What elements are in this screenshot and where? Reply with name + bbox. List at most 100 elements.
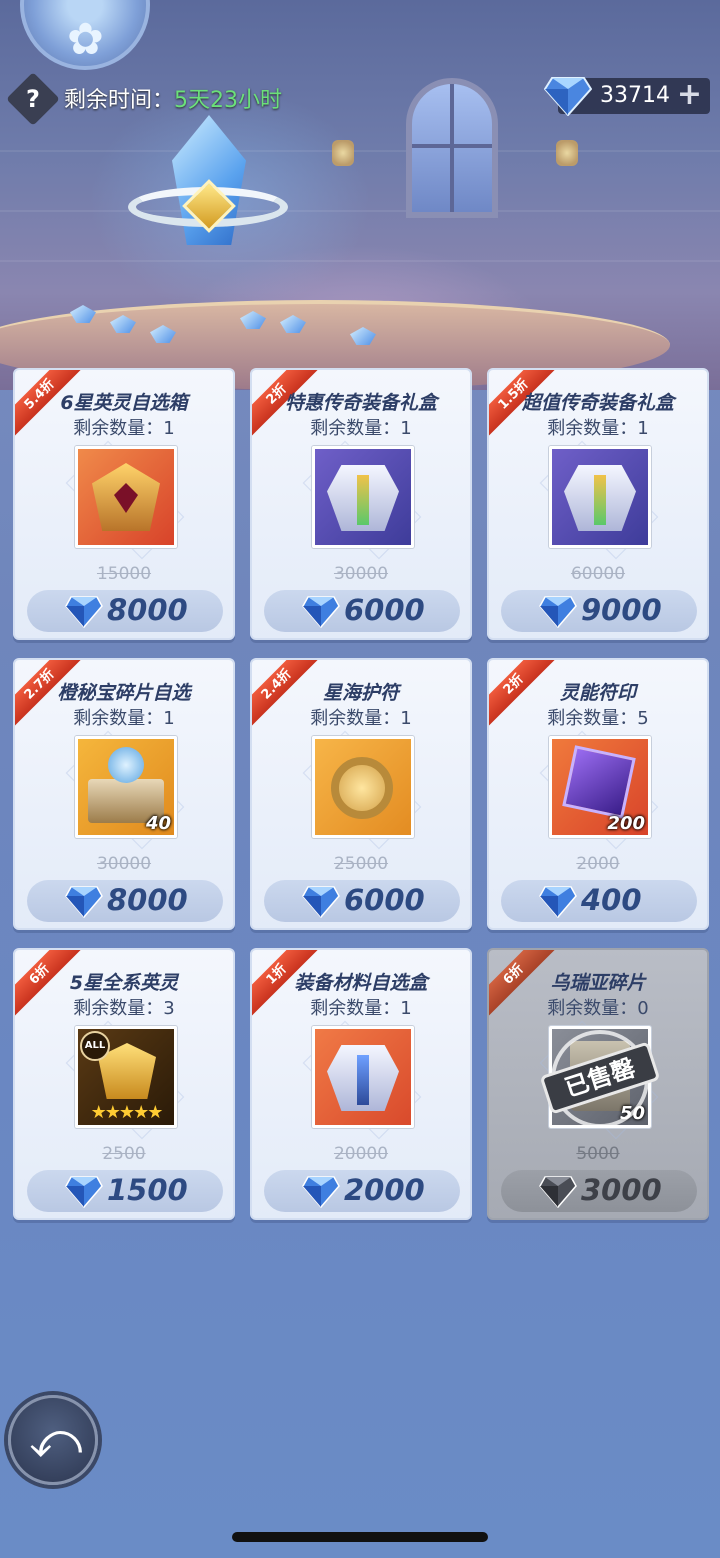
rating-stars-icon: ★★★★★: [90, 1102, 164, 1123]
remaining-quantity: 剩余数量：0: [489, 994, 707, 1020]
diamond-icon: [539, 886, 577, 918]
item-quantity: 40: [145, 813, 171, 834]
buy-button[interactable]: 8000: [27, 880, 223, 922]
back-arrow-icon: ⤺: [29, 1411, 83, 1469]
shop-item-card[interactable]: 2折 特惠传奇装备礼盒 剩余数量：1 30000 6000: [250, 368, 472, 640]
sale-price: 8000: [107, 593, 188, 627]
remaining-quantity: 剩余数量：1: [15, 414, 233, 440]
diamond-icon: [65, 886, 103, 918]
item-name: 灵能符印: [559, 682, 636, 704]
amulet-icon[interactable]: [312, 736, 414, 838]
buy-button[interactable]: 6000: [264, 590, 460, 632]
flower-emblem-icon: ✿: [20, 0, 150, 70]
original-price: 25000: [333, 854, 389, 874]
legendary-armor-box-icon[interactable]: [549, 446, 651, 548]
item-quantity: 200: [607, 813, 645, 834]
buy-button[interactable]: 2000: [264, 1170, 460, 1212]
remaining-quantity: 剩余数量：1: [252, 994, 470, 1020]
purple-rune-icon[interactable]: 200: [549, 736, 651, 838]
original-price: 30000: [96, 854, 152, 874]
sale-price: 1500: [107, 1173, 188, 1207]
original-price: 60000: [570, 564, 626, 584]
buy-button[interactable]: 6000: [264, 880, 460, 922]
add-diamond-button[interactable]: +: [677, 79, 702, 111]
crimson-helmet-icon[interactable]: [75, 446, 177, 548]
remaining-label: 剩余数量：: [73, 418, 164, 439]
sale-price: 2000: [344, 1173, 425, 1207]
remaining-count: 1: [400, 998, 412, 1019]
treasure-chest-icon[interactable]: 40: [75, 736, 177, 838]
item-name: 乌瑞亚碎片: [550, 972, 646, 994]
diamond-icon: [302, 596, 340, 628]
item-name: 6星英灵自选箱: [60, 392, 188, 414]
timer-label: 剩余时间：: [64, 88, 175, 113]
shop-item-card[interactable]: 2.4折 星海护符 剩余数量：1 25000 6000: [250, 658, 472, 930]
remaining-label: 剩余数量：: [310, 998, 401, 1019]
sale-price: 6000: [344, 883, 425, 917]
diamond-icon: [544, 77, 592, 116]
buy-button[interactable]: 8000: [27, 590, 223, 632]
remaining-label: 剩余数量：: [310, 418, 401, 439]
diamond-icon: [65, 596, 103, 628]
question-icon: ?: [26, 85, 40, 113]
all-badge: ALL: [80, 1031, 110, 1061]
remaining-label: 剩余数量：: [73, 708, 164, 729]
sale-price: 3000: [581, 1173, 662, 1207]
diamond-icon: [539, 596, 577, 628]
remaining-label: 剩余数量：: [310, 708, 401, 729]
remaining-label: 剩余数量：: [547, 708, 638, 729]
remaining-quantity: 剩余数量：1: [489, 414, 707, 440]
diamond-balance: 33714 +: [544, 77, 710, 116]
remaining-quantity: 剩余数量：3: [15, 994, 233, 1020]
buy-button[interactable]: 400: [501, 880, 697, 922]
remaining-count: 3: [163, 998, 175, 1019]
remaining-count: 1: [163, 708, 175, 729]
equipment-material-icon[interactable]: [312, 1026, 414, 1128]
diamond-icon: [302, 886, 340, 918]
shop-item-card[interactable]: 2.7折 橙秘宝碎片自选 剩余数量：1 40 30000 8000: [13, 658, 235, 930]
remaining-count: 1: [400, 418, 412, 439]
remaining-label: 剩余数量：: [547, 418, 638, 439]
buy-button[interactable]: 9000: [501, 590, 697, 632]
sale-price: 8000: [107, 883, 188, 917]
help-button[interactable]: ?: [6, 72, 60, 126]
remaining-count: 1: [637, 418, 649, 439]
sale-price: 6000: [344, 593, 425, 627]
sale-price: 400: [581, 883, 642, 917]
shop-item-card[interactable]: 2折 灵能符印 剩余数量：5 200 2000 400: [487, 658, 709, 930]
shop-item-card: 6折 乌瑞亚碎片 剩余数量：0 50 已售罄 5000 3000: [487, 948, 709, 1220]
crystal-pedestal-icon: [70, 115, 376, 345]
golden-mask-icon[interactable]: ALL ★★★★★: [75, 1026, 177, 1128]
remaining-count: 5: [637, 708, 649, 729]
original-price: 20000: [333, 1144, 389, 1164]
item-name: 5星全系英灵: [69, 972, 179, 994]
original-price: 2500: [102, 1144, 146, 1164]
remaining-count: 1: [163, 418, 175, 439]
shop-item-card[interactable]: 1折 装备材料自选盒 剩余数量：1 20000 2000: [250, 948, 472, 1220]
remaining-count: 0: [637, 998, 649, 1019]
item-name: 超值传奇装备礼盒: [521, 392, 674, 414]
buy-button: 3000: [501, 1170, 697, 1212]
remaining-count: 1: [400, 708, 412, 729]
shop-item-card[interactable]: 5.4折 6星英灵自选箱 剩余数量：1 15000 8000: [13, 368, 235, 640]
buy-button[interactable]: 1500: [27, 1170, 223, 1212]
home-indicator[interactable]: [232, 1532, 488, 1542]
remaining-label: 剩余数量：: [547, 998, 638, 1019]
diamond-icon: [539, 1176, 577, 1208]
original-price: 30000: [333, 564, 389, 584]
shop-item-card[interactable]: 6折 5星全系英灵 剩余数量：3 ALL ★★★★★ 2500 1500: [13, 948, 235, 1220]
remaining-quantity: 剩余数量：1: [252, 414, 470, 440]
timer-value: 5天23小时: [174, 88, 283, 113]
sale-price: 9000: [581, 593, 662, 627]
legendary-armor-box-icon[interactable]: [312, 446, 414, 548]
item-name: 橙秘宝碎片自选: [57, 682, 191, 704]
back-button[interactable]: ⤺: [8, 1395, 98, 1485]
item-name: 装备材料自选盒: [294, 972, 428, 994]
wall-lamp-icon: [556, 140, 578, 166]
remaining-quantity: 剩余数量：1: [252, 704, 470, 730]
shop-banner: ✿: [0, 0, 720, 390]
shop-item-card[interactable]: 1.5折 超值传奇装备礼盒 剩余数量：1 60000 9000: [487, 368, 709, 640]
original-price: 15000: [96, 564, 152, 584]
castle-window: [406, 78, 498, 218]
remaining-quantity: 剩余数量：5: [489, 704, 707, 730]
